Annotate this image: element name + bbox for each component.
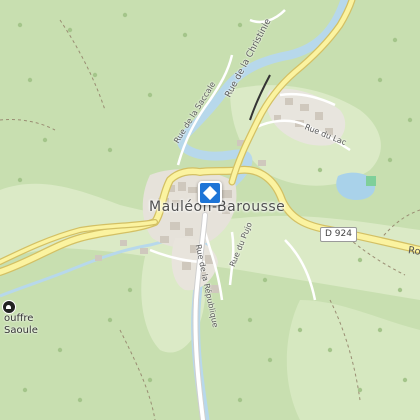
road-label-edge: Ro <box>407 245 420 258</box>
poi-label-line1: ouffre <box>4 313 34 324</box>
poi-label-line2: Saoule <box>4 325 38 336</box>
direction-diamond-icon <box>202 185 218 201</box>
map-canvas[interactable]: Rue de la Christinie Rue de la Saccale R… <box>0 0 420 420</box>
lake-park <box>366 176 376 186</box>
poi-gouffre[interactable]: ouffre Saoule <box>0 300 60 340</box>
location-pin-icon[interactable] <box>198 181 222 205</box>
road-shield-d924: D 924 <box>320 227 357 242</box>
cave-icon <box>2 300 16 314</box>
